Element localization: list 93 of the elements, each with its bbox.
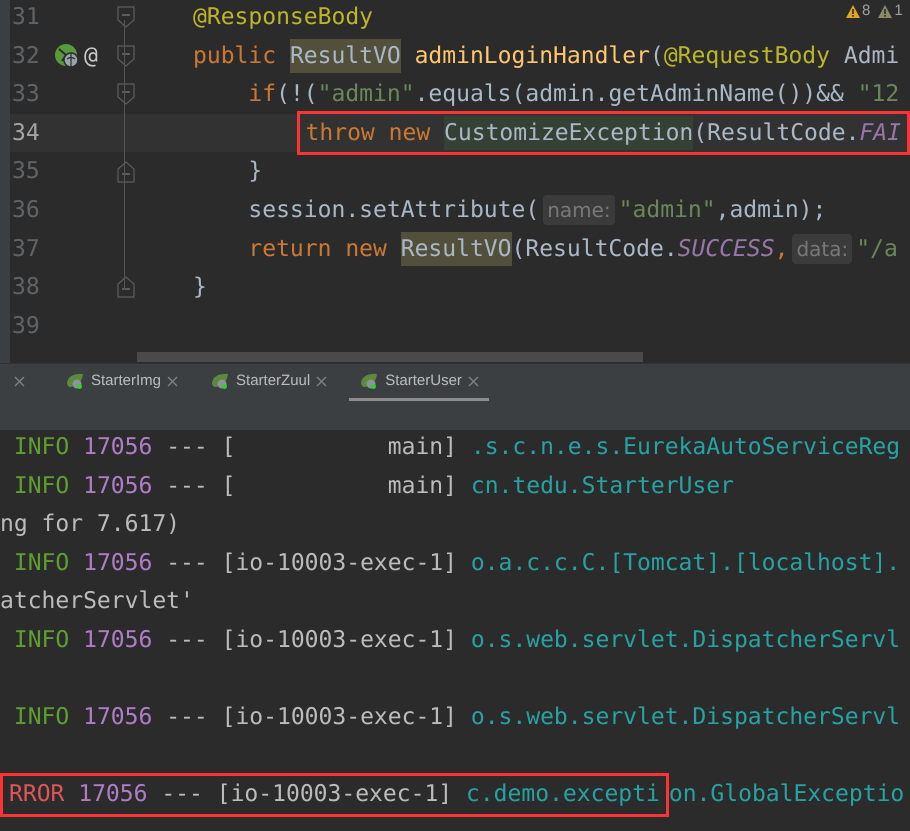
process-id: 17056 (77, 780, 148, 810)
log-message: ng for 7.617) (0, 510, 180, 540)
warning-count: 8 (862, 1, 870, 21)
parameter-hint: data: (792, 234, 852, 264)
line-number: 31 (11, 3, 41, 32)
parameter-hint: name: (543, 195, 615, 226)
run-tab[interactable]: StarterZuul (200, 364, 338, 401)
spring-app-icon (210, 372, 230, 390)
spring-bean-icon[interactable] (54, 42, 80, 69)
close-icon[interactable] (14, 376, 25, 386)
keyword-text: if (247, 80, 276, 110)
logger-name: cn.tedu.StarterUser (470, 472, 734, 501)
log-message: atcherServlet' (0, 587, 194, 616)
line-number: 34 (11, 118, 41, 148)
type-name: ResultVO (400, 232, 512, 266)
thread-name: [io-10003-exec-1] (222, 703, 457, 732)
close-icon[interactable] (167, 376, 178, 386)
warning-count: 1 (894, 1, 903, 21)
override-marker[interactable]: @ (84, 38, 98, 74)
separator-text: --- (165, 703, 209, 732)
process-id: 17056 (82, 548, 152, 578)
logger-name: o.s.web.servlet.DispatcherServl (470, 703, 900, 732)
constant-name: SUCCESS (678, 234, 775, 264)
process-id: 17056 (82, 472, 152, 501)
line-number: 32 (11, 42, 41, 71)
class-name: CustomizeException (444, 116, 694, 150)
run-tab[interactable]: StarterUser (349, 364, 489, 401)
fold-marker-icon[interactable] (117, 6, 135, 28)
process-id: 17056 (82, 626, 152, 656)
thread-name: [ main] (222, 433, 457, 462)
log-level: INFO (12, 472, 70, 501)
code-text: (ResultCode. (512, 234, 678, 264)
code-text: ,admin); (716, 196, 826, 226)
code-text: (!( (276, 80, 318, 110)
code-text: } (247, 157, 262, 186)
log-level: INFO (12, 703, 70, 732)
log-level: INFO (12, 548, 70, 578)
line-number: 33 (11, 80, 41, 110)
spring-app-icon (359, 372, 380, 390)
logger-name: o.a.c.c.C.[Tomcat].[localhost]. (470, 548, 900, 578)
log-level: INFO (12, 626, 70, 656)
keyword-text: throw new (306, 118, 432, 148)
warning-icon[interactable] (846, 4, 860, 18)
annotation-text: @ResponseBody (193, 3, 374, 32)
keyword-text: , (774, 234, 788, 264)
log-level: INFO (12, 433, 70, 462)
fold-marker-icon[interactable] (117, 276, 135, 298)
thread-name: [ main] (222, 472, 457, 501)
keyword-text: public (193, 42, 278, 71)
process-id: 17056 (82, 703, 152, 732)
line-number: 39 (11, 312, 41, 341)
constant-name: FAI (859, 118, 901, 148)
code-text: ( (650, 42, 664, 71)
fold-marker-icon[interactable] (117, 160, 135, 183)
fold-marker-icon[interactable] (117, 83, 135, 106)
logger-name: o.s.web.servlet.DispatcherServl (470, 626, 900, 656)
thread-name: [io-10003-exec-1] (222, 626, 457, 656)
thread-name: [io-10003-exec-1] (222, 548, 457, 578)
line-number: 36 (11, 196, 41, 226)
code-text: .equals(admin.getAdminName())&& (414, 80, 845, 110)
fold-marker-icon[interactable] (117, 44, 135, 67)
string-literal: "12 (858, 80, 900, 110)
log-level: RROR (9, 780, 64, 810)
spring-app-icon (65, 372, 85, 390)
annotation-text: @RequestBody (664, 42, 830, 71)
separator-text: --- (160, 780, 204, 810)
line-number: 37 (11, 234, 41, 264)
warning-icon[interactable] (878, 4, 892, 18)
method-name: adminLoginHandler (414, 42, 650, 71)
run-tab[interactable]: StarterImg (55, 364, 188, 401)
type-name: ResultVO (290, 38, 401, 74)
process-id: 17056 (82, 433, 152, 462)
horizontal-scrollbar[interactable] (137, 352, 643, 362)
thread-name: [io-10003-exec-1] (216, 780, 452, 810)
code-text: Admi (842, 42, 900, 71)
separator-text: --- (165, 433, 209, 462)
logger-name: on.GlobalExceptio (668, 780, 904, 810)
keyword-text: return new (247, 234, 388, 264)
line-number: 38 (11, 273, 41, 302)
string-literal: "admin" (618, 196, 716, 226)
string-literal: "admin" (318, 80, 415, 110)
separator-text: --- (165, 472, 209, 501)
logger-name: c.demo.excepti (464, 780, 660, 810)
line-number: 35 (11, 157, 41, 186)
code-text: (ResultCode. (693, 118, 860, 148)
close-icon[interactable] (316, 376, 328, 386)
code-text: session.setAttribute( (247, 196, 540, 226)
separator-text: --- (165, 548, 209, 578)
close-icon[interactable] (468, 376, 479, 386)
code-text: } (193, 273, 207, 302)
separator-text: --- (165, 626, 209, 656)
logger-name: .s.c.n.e.s.EurekaAutoServiceReg (470, 433, 900, 462)
string-literal: "/a (856, 234, 898, 264)
